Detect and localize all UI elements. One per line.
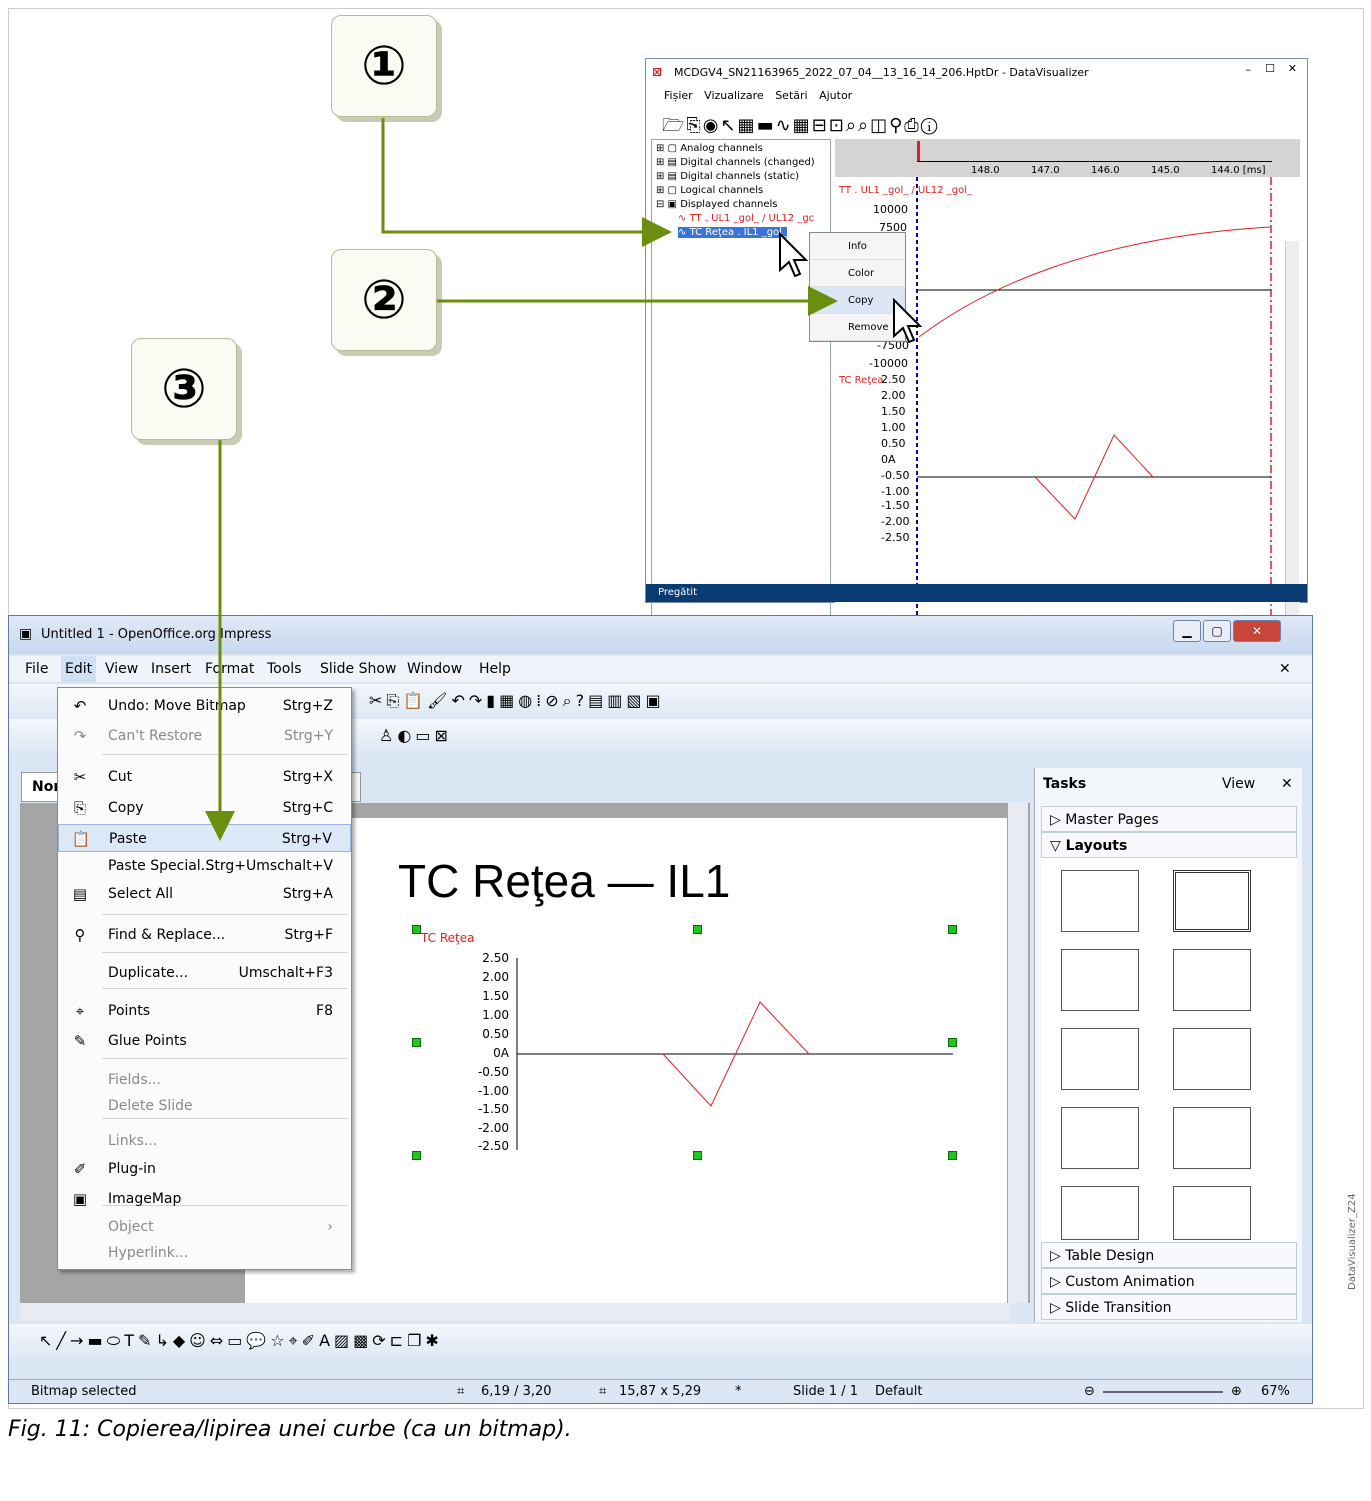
side-label: DataVisualizer_Z24 — [1347, 1193, 1358, 1290]
mouse-cursor-icon — [893, 298, 922, 344]
annotation-arrows — [205, 118, 838, 841]
mouse-cursor-icon — [779, 232, 808, 278]
figure-caption: Fig. 11: Copierea/lipirea unei curbe (ca… — [8, 1417, 572, 1442]
